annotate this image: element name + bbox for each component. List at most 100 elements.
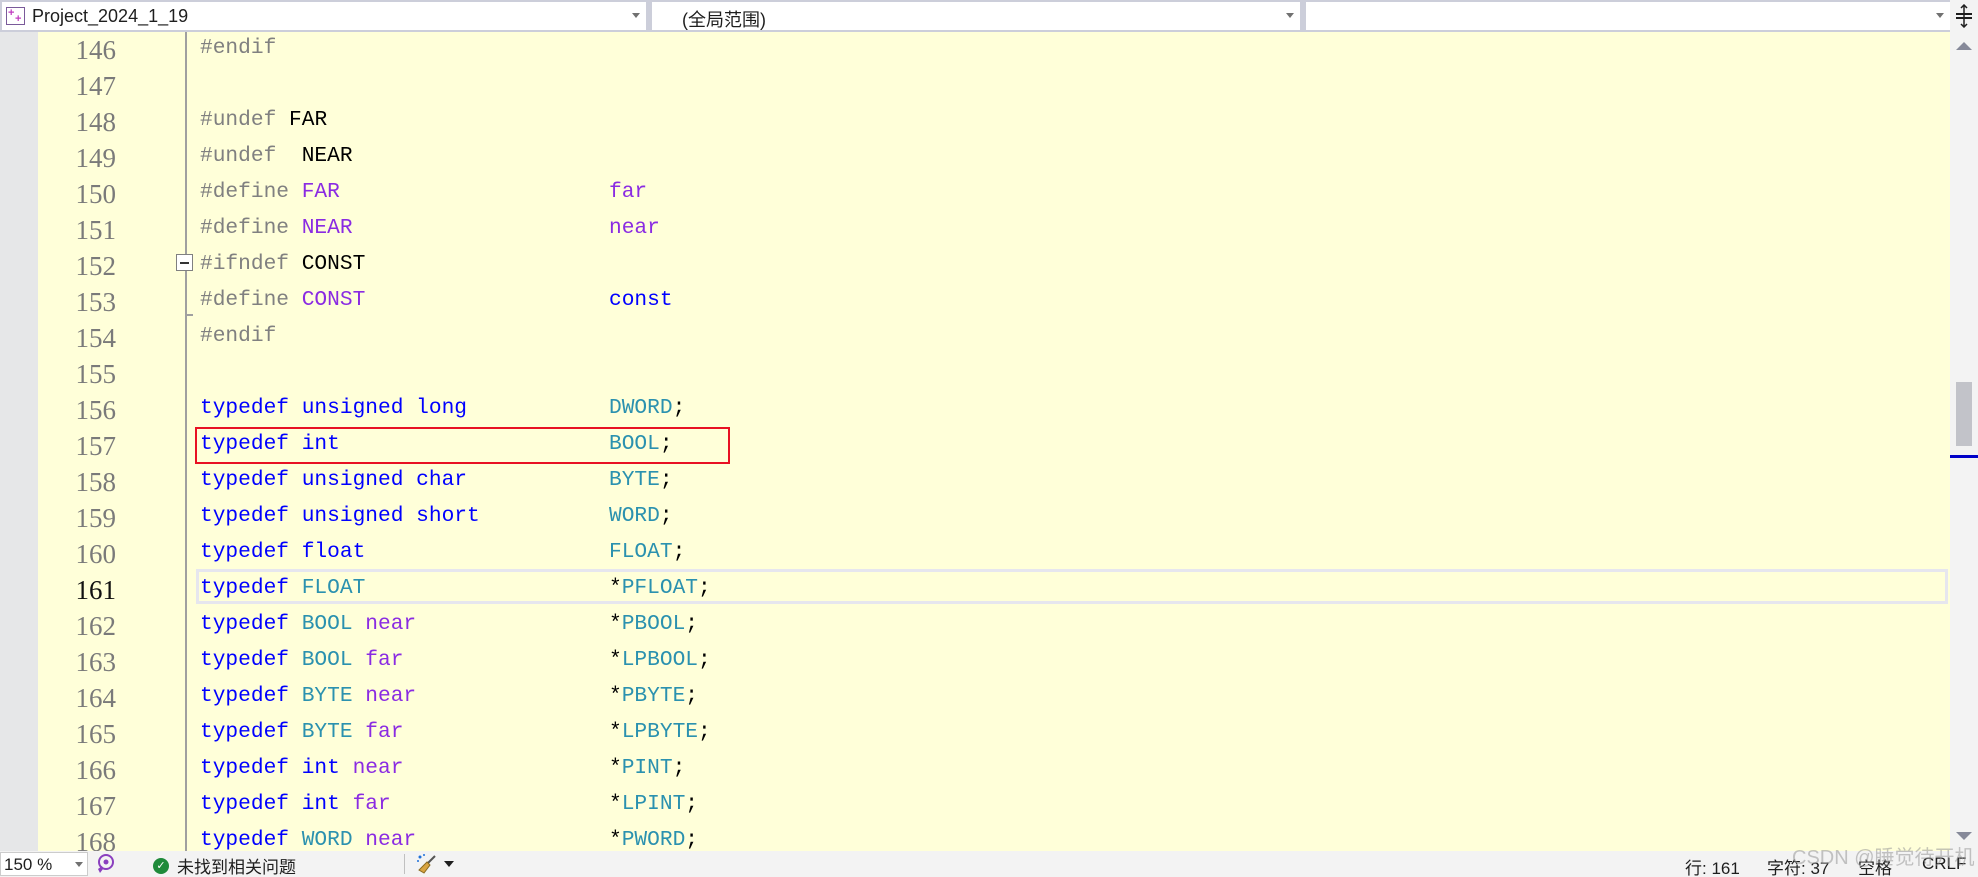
line-number: 163 xyxy=(75,647,117,677)
member-dropdown[interactable] xyxy=(1306,2,1950,30)
code-token: ; xyxy=(685,684,699,708)
line-number: 158 xyxy=(75,467,117,497)
code-token: FAR xyxy=(301,180,340,204)
broom-icon xyxy=(417,854,436,874)
split-window-button[interactable] xyxy=(1950,0,1978,32)
code-token: ; xyxy=(685,792,699,816)
code-line[interactable]: 150 #define FAR far xyxy=(0,177,1950,213)
code-token: LPINT xyxy=(621,792,686,816)
line-indicator[interactable]: 行: 161 xyxy=(1685,854,1740,877)
code-line[interactable]: 155 xyxy=(0,357,1950,393)
code-line[interactable]: 161 typedef FLOAT *PFLOAT; xyxy=(0,573,1950,609)
line-number: 157 xyxy=(75,431,117,461)
code-text-aligned: FLOAT; xyxy=(609,540,685,564)
zoom-level-dropdown[interactable]: 150 % xyxy=(0,852,88,876)
code-line[interactable]: 166 typedef int near *PINT; xyxy=(0,753,1950,789)
code-token: NEAR xyxy=(301,216,353,240)
code-token: PBYTE xyxy=(621,684,686,708)
line-number: 167 xyxy=(75,791,117,821)
code-line[interactable]: 156 typedef unsigned long DWORD; xyxy=(0,393,1950,429)
code-token: LPBOOL xyxy=(621,648,699,672)
code-text: typedef FLOAT xyxy=(200,576,365,600)
code-text: typedef BOOL near xyxy=(200,612,416,636)
code-line[interactable]: 148 #undef FAR xyxy=(0,105,1950,141)
code-token: far xyxy=(609,180,648,204)
code-token: typedef xyxy=(200,828,302,851)
code-token: WORD xyxy=(301,828,353,851)
code-token: PINT xyxy=(621,756,673,780)
code-line[interactable]: 149 #undef NEAR xyxy=(0,141,1950,177)
issues-label: 未找到相关问题 xyxy=(177,858,296,877)
code-text-aligned: near xyxy=(609,216,660,240)
code-token: ; xyxy=(672,756,686,780)
code-line[interactable]: 162 typedef BOOL near *PBOOL; xyxy=(0,609,1950,645)
code-text: typedef BYTE near xyxy=(200,684,416,708)
scroll-up-icon[interactable] xyxy=(1956,42,1972,50)
code-token: * xyxy=(609,720,622,744)
code-token: const xyxy=(609,288,673,312)
code-line[interactable]: 167 typedef int far *LPINT; xyxy=(0,789,1950,825)
code-line[interactable]: 147 xyxy=(0,69,1950,105)
code-line[interactable]: 160 typedef float FLOAT; xyxy=(0,537,1950,573)
code-line[interactable]: 153 #define CONST const xyxy=(0,285,1950,321)
code-line[interactable]: 154 #endif xyxy=(0,321,1950,357)
code-cleanup-button[interactable] xyxy=(416,853,454,875)
project-icon: + + xyxy=(6,7,25,25)
code-token: typedef xyxy=(200,720,302,744)
code-token: typedef xyxy=(200,648,302,672)
scroll-down-icon[interactable] xyxy=(1956,832,1972,840)
code-text: #define NEAR xyxy=(200,216,353,240)
code-token: typedef unsigned long xyxy=(200,396,468,420)
code-token: typedef unsigned short xyxy=(200,504,480,528)
code-text-aligned: *LPBYTE; xyxy=(609,720,711,744)
chevron-down-icon xyxy=(444,861,454,867)
issues-indicator[interactable]: ✓ 未找到相关问题 xyxy=(153,853,296,877)
code-token: typedef xyxy=(200,684,302,708)
code-token: far xyxy=(339,792,391,816)
annotation-highlight-box xyxy=(195,427,730,464)
scrollbar-thumb[interactable] xyxy=(1956,382,1972,446)
code-line[interactable]: 165 typedef BYTE far *LPBYTE; xyxy=(0,717,1950,753)
code-text: #endif xyxy=(200,36,276,60)
code-line[interactable]: 151 #define NEAR near xyxy=(0,213,1950,249)
code-text: #ifndef CONST xyxy=(200,252,365,276)
collapse-icon[interactable] xyxy=(176,254,193,271)
code-line[interactable]: 163 typedef BOOL far *LPBOOL; xyxy=(0,645,1950,681)
code-line[interactable]: 146 #endif xyxy=(0,33,1950,69)
intellicode-icon[interactable] xyxy=(94,853,116,875)
code-token: PBOOL xyxy=(621,612,686,636)
code-text-aligned: *PFLOAT; xyxy=(609,576,711,600)
line-number: 164 xyxy=(75,683,117,713)
code-token: FLOAT xyxy=(301,576,366,600)
code-token: typedef float xyxy=(200,540,366,564)
check-circle-icon: ✓ xyxy=(153,857,169,874)
code-token: #undef xyxy=(200,108,290,132)
code-token: CONST xyxy=(301,252,366,276)
code-line[interactable]: 152 #ifndef CONST xyxy=(0,249,1950,285)
project-dropdown[interactable]: + + Project_2024_1_19 xyxy=(2,2,646,30)
code-token: near xyxy=(352,828,417,851)
line-number: 148 xyxy=(75,107,117,137)
code-token: * xyxy=(609,648,622,672)
code-token: typedef xyxy=(200,576,302,600)
code-line[interactable]: 158 typedef unsigned char BYTE; xyxy=(0,465,1950,501)
code-text-aligned: *PWORD; xyxy=(609,828,698,851)
scope-dropdown[interactable]: (全局范围) xyxy=(652,2,1300,30)
code-token: ; xyxy=(698,576,711,600)
code-line[interactable]: 164 typedef BYTE near *PBYTE; xyxy=(0,681,1950,717)
status-bar: 150 % ✓ 未找到相关问题 行: 161 字符: 37 空格 CRLF xyxy=(0,851,1978,877)
line-number: 166 xyxy=(75,755,117,785)
code-text: typedef BYTE far xyxy=(200,720,403,744)
code-line[interactable]: 168 typedef WORD near *PWORD; xyxy=(0,825,1950,851)
code-token: DWORD xyxy=(609,396,673,420)
project-dropdown-label: Project_2024_1_19 xyxy=(32,6,189,26)
code-line[interactable]: 159 typedef unsigned short WORD; xyxy=(0,501,1950,537)
code-token: FAR xyxy=(289,108,328,132)
split-window-icon xyxy=(1956,4,1972,28)
code-token: typedef int xyxy=(200,756,340,780)
code-token: WORD xyxy=(609,504,660,528)
vertical-scrollbar[interactable] xyxy=(1950,32,1978,851)
chevron-down-icon xyxy=(75,862,83,867)
code-editor[interactable]: 146 #endif 147 148 #undef FAR 149 #undef NEAR 1… xyxy=(0,32,1950,851)
code-token: #define xyxy=(200,180,302,204)
